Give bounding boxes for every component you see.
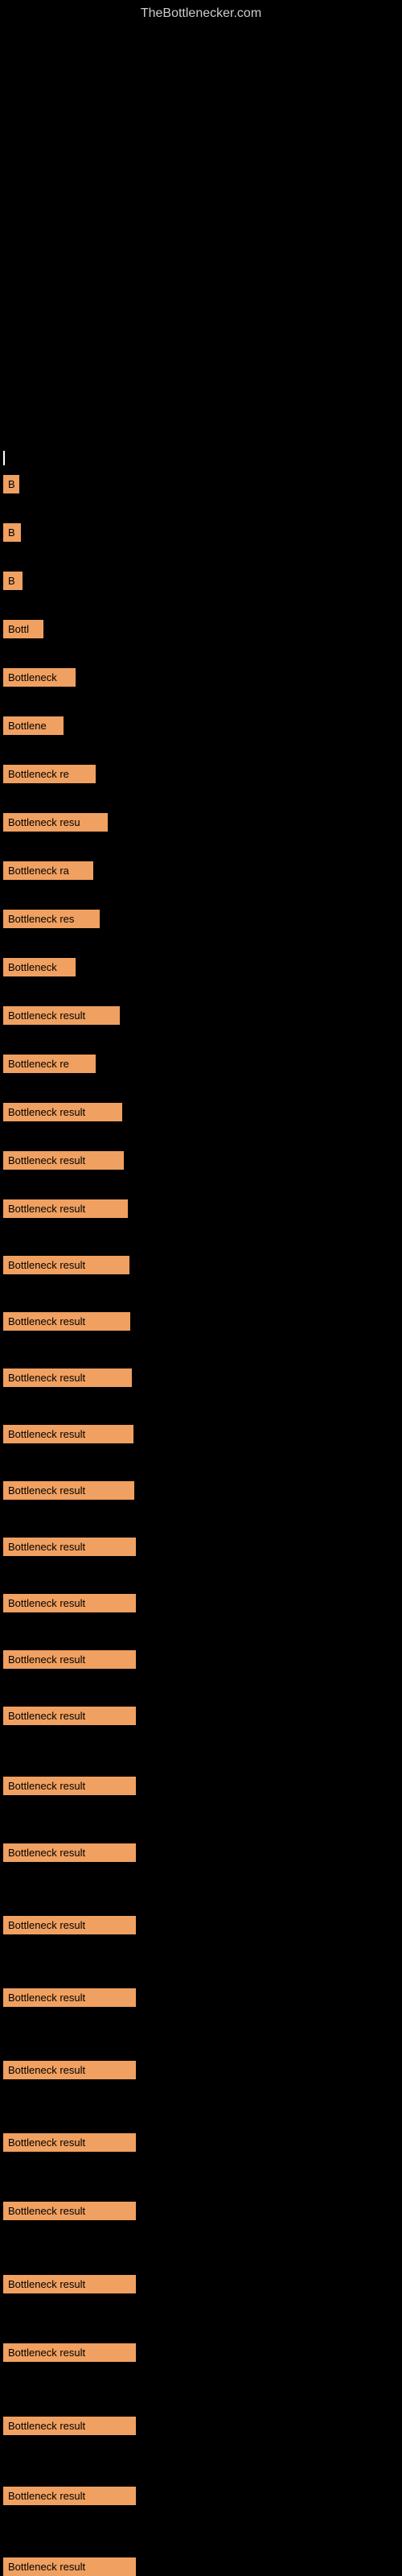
list-item[interactable]: Bottl: [3, 620, 43, 638]
list-item[interactable]: Bottleneck result: [3, 1103, 122, 1121]
list-item[interactable]: Bottleneck result: [3, 1481, 134, 1500]
list-item[interactable]: Bottleneck result: [3, 1006, 120, 1025]
list-item[interactable]: Bottleneck result: [3, 1650, 136, 1669]
list-item[interactable]: Bottleneck re: [3, 765, 96, 783]
list-item[interactable]: Bottleneck result: [3, 1151, 124, 1170]
list-item[interactable]: Bottleneck result: [3, 1368, 132, 1387]
site-title: TheBottlenecker.com: [0, 0, 402, 24]
list-item[interactable]: B: [3, 572, 23, 590]
list-item[interactable]: Bottleneck result: [3, 2133, 136, 2152]
list-item[interactable]: B: [3, 523, 21, 542]
list-item[interactable]: B: [3, 475, 19, 493]
list-item[interactable]: Bottleneck result: [3, 2202, 136, 2220]
list-item[interactable]: Bottleneck result: [3, 1425, 133, 1443]
list-item[interactable]: Bottleneck result: [3, 2061, 136, 2079]
list-item[interactable]: Bottleneck res: [3, 910, 100, 928]
list-item[interactable]: Bottleneck result: [3, 1988, 136, 2007]
list-item[interactable]: Bottleneck result: [3, 2557, 136, 2576]
list-item[interactable]: Bottleneck result: [3, 1199, 128, 1218]
list-item[interactable]: Bottleneck result: [3, 1256, 129, 1274]
list-item[interactable]: Bottleneck result: [3, 2275, 136, 2293]
list-item[interactable]: Bottleneck result: [3, 1916, 136, 1934]
list-item[interactable]: Bottleneck: [3, 958, 76, 976]
cursor-line: [3, 451, 5, 465]
list-item[interactable]: Bottleneck result: [3, 2487, 136, 2505]
list-item[interactable]: Bottleneck result: [3, 1312, 130, 1331]
list-item[interactable]: Bottleneck result: [3, 2417, 136, 2435]
list-item[interactable]: Bottleneck result: [3, 1707, 136, 1725]
list-item[interactable]: Bottleneck: [3, 668, 76, 687]
list-item[interactable]: Bottleneck result: [3, 1843, 136, 1862]
list-item[interactable]: Bottleneck resu: [3, 813, 108, 832]
list-item[interactable]: Bottleneck ra: [3, 861, 93, 880]
list-item[interactable]: Bottlene: [3, 716, 64, 735]
list-item[interactable]: Bottleneck result: [3, 1777, 136, 1795]
list-item[interactable]: Bottleneck result: [3, 1538, 136, 1556]
list-item[interactable]: Bottleneck re: [3, 1055, 96, 1073]
list-item[interactable]: Bottleneck result: [3, 1594, 136, 1612]
list-item[interactable]: Bottleneck result: [3, 2343, 136, 2362]
